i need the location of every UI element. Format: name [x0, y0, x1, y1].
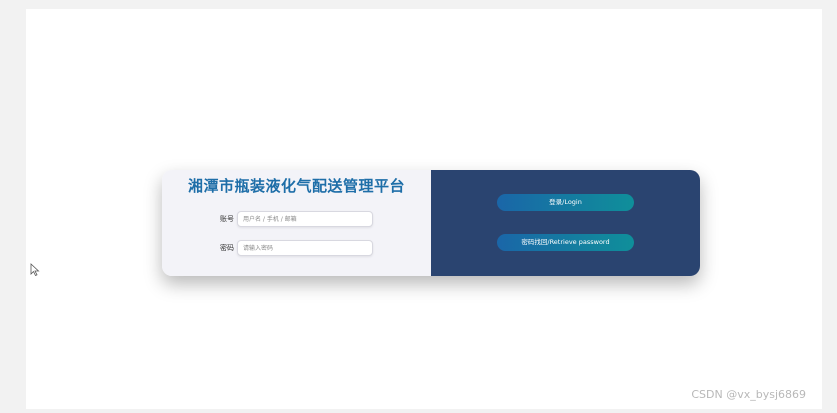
- mouse-pointer-icon: [30, 263, 40, 277]
- watermark: CSDN @vx_bysj6869: [691, 388, 806, 401]
- password-label: 密码: [220, 244, 234, 252]
- account-input[interactable]: [237, 211, 373, 227]
- password-input[interactable]: [237, 240, 373, 256]
- page-title: 湘潭市瓶装液化气配送管理平台: [187, 177, 405, 195]
- retrieve-password-button[interactable]: 密码找回/Retrieve password: [497, 234, 634, 251]
- password-row: 密码: [162, 240, 431, 258]
- login-card: 湘潭市瓶装液化气配送管理平台 账号 密码 登录/Login 密码找回/Retri…: [162, 170, 700, 276]
- login-form-panel: 湘潭市瓶装液化气配送管理平台 账号 密码: [162, 170, 431, 276]
- action-panel: 登录/Login 密码找回/Retrieve password: [431, 170, 700, 276]
- account-row: 账号: [162, 211, 431, 229]
- login-button[interactable]: 登录/Login: [497, 194, 634, 211]
- account-label: 账号: [220, 215, 234, 223]
